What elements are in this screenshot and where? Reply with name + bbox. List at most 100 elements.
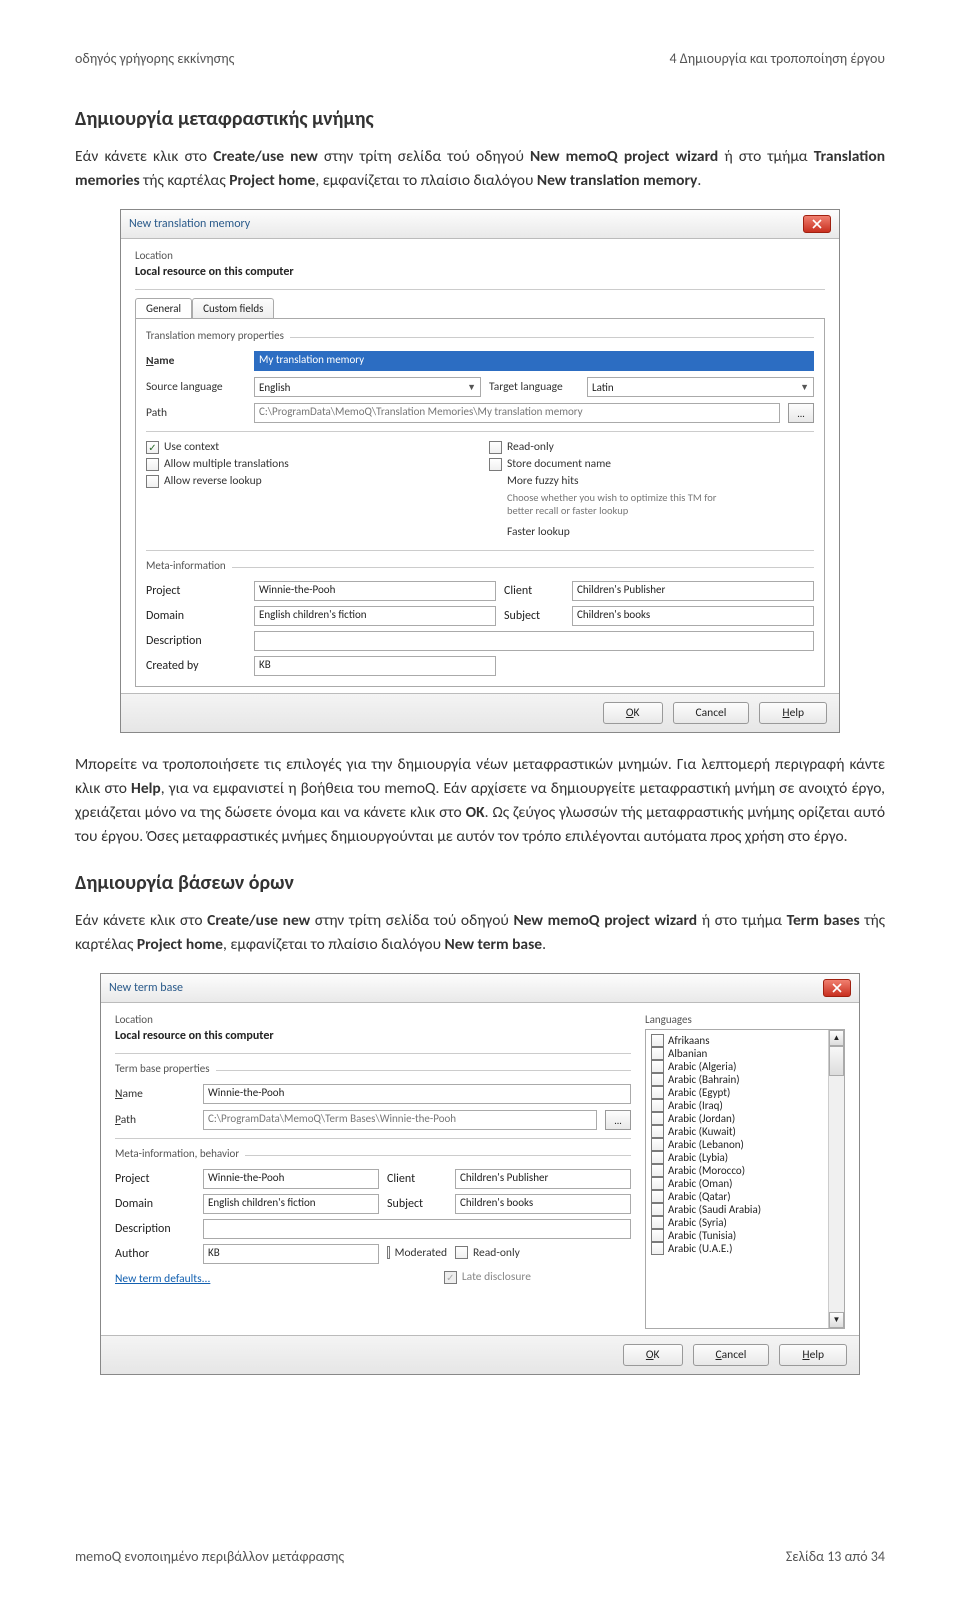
language-item[interactable]: Arabic (Oman) xyxy=(648,1177,842,1190)
para-1: Εάν κάνετε κλικ στο Create/use new στην … xyxy=(75,145,885,193)
cancel-button[interactable]: Cancel xyxy=(693,1344,770,1366)
help-button[interactable]: Help xyxy=(759,702,827,724)
location-value: Local resource on this computer xyxy=(135,265,825,279)
heading-tm: Δημιουργία μεταφραστικής μνήμης xyxy=(75,107,885,131)
language-item[interactable]: Arabic (Algeria) xyxy=(648,1060,842,1073)
checkbox-store-doc[interactable] xyxy=(489,458,502,471)
location-label: Location xyxy=(115,1013,631,1026)
checkbox-language[interactable] xyxy=(651,1190,664,1203)
checkbox-allow-multiple[interactable] xyxy=(146,458,159,471)
checkbox-language[interactable] xyxy=(651,1242,664,1255)
subject-input[interactable]: Children's books xyxy=(455,1194,631,1214)
project-input[interactable]: Winnie-the-Pooh xyxy=(203,1169,379,1189)
checkbox-language[interactable] xyxy=(651,1164,664,1177)
checkbox-language[interactable] xyxy=(651,1034,664,1047)
src-lang-select[interactable]: English▼ xyxy=(254,377,481,397)
scrollbar[interactable]: ▲ ▼ xyxy=(828,1030,844,1328)
checkbox-language[interactable] xyxy=(651,1112,664,1125)
tm-props-label: Translation memory properties xyxy=(146,329,284,342)
scroll-thumb[interactable] xyxy=(829,1046,844,1076)
domain-label: Domain xyxy=(146,609,246,623)
project-label: Project xyxy=(115,1172,195,1186)
language-item[interactable]: Arabic (Morocco) xyxy=(648,1164,842,1177)
language-item[interactable]: Arabic (Lebanon) xyxy=(648,1138,842,1151)
header-left: οδηγός γρήγορης εκκίνησης xyxy=(75,50,234,67)
dialog-titlebar: New translation memory xyxy=(121,210,839,239)
scroll-down-icon[interactable]: ▼ xyxy=(829,1312,844,1328)
checkbox-language[interactable] xyxy=(651,1125,664,1138)
tab-general[interactable]: General xyxy=(135,298,192,318)
language-item[interactable]: Arabic (Egypt) xyxy=(648,1086,842,1099)
checkbox-language[interactable] xyxy=(651,1047,664,1060)
checkbox-language[interactable] xyxy=(651,1060,664,1073)
checkbox-language[interactable] xyxy=(651,1216,664,1229)
language-item[interactable]: Arabic (Bahrain) xyxy=(648,1073,842,1086)
client-input[interactable]: Children's Publisher xyxy=(455,1169,631,1189)
checkbox-language[interactable] xyxy=(651,1099,664,1112)
client-label: Client xyxy=(387,1172,447,1186)
close-icon[interactable] xyxy=(803,215,831,233)
checkbox-moderated[interactable] xyxy=(387,1246,390,1259)
tgt-lang-label: Target language xyxy=(489,380,579,394)
checkbox-language[interactable] xyxy=(651,1073,664,1086)
checkbox-language[interactable] xyxy=(651,1138,664,1151)
domain-input[interactable]: English children's fiction xyxy=(203,1194,379,1214)
path-input[interactable]: C:\ProgramData\MemoQ\Term Bases\Winnie-t… xyxy=(203,1110,597,1130)
createdby-input[interactable]: KB xyxy=(254,656,496,676)
checkbox-read-only[interactable] xyxy=(455,1246,468,1259)
checkbox-language[interactable] xyxy=(651,1086,664,1099)
checkbox-late-disclosure: ✓ xyxy=(444,1271,457,1284)
location-label: Location xyxy=(135,249,825,262)
subject-input[interactable]: Children's books xyxy=(572,606,814,626)
new-term-defaults-link[interactable]: New term defaults... xyxy=(115,1272,210,1286)
language-item[interactable]: Arabic (Iraq) xyxy=(648,1099,842,1112)
language-item[interactable]: Arabic (Kuwait) xyxy=(648,1125,842,1138)
tab-custom-fields[interactable]: Custom fields xyxy=(192,298,274,318)
name-input[interactable]: Winnie-the-Pooh xyxy=(203,1084,631,1104)
client-input[interactable]: Children's Publisher xyxy=(572,581,814,601)
checkbox-use-context[interactable]: ✓ xyxy=(146,441,159,454)
languages-label: Languages xyxy=(645,1013,845,1026)
language-item[interactable]: Afrikaans xyxy=(648,1034,842,1047)
language-item[interactable]: Arabic (Qatar) xyxy=(648,1190,842,1203)
help-button[interactable]: Help xyxy=(779,1344,847,1366)
description-label: Description xyxy=(115,1222,195,1236)
browse-button[interactable]: ... xyxy=(788,403,814,423)
path-label: Path xyxy=(146,406,246,420)
tb-props-label: Term base properties xyxy=(115,1062,210,1075)
project-input[interactable]: Winnie-the-Pooh xyxy=(254,581,496,601)
author-input[interactable]: KB xyxy=(203,1244,379,1264)
checkbox-language[interactable] xyxy=(651,1229,664,1242)
description-input[interactable] xyxy=(254,631,814,651)
language-item[interactable]: Arabic (Syria) xyxy=(648,1216,842,1229)
scroll-up-icon[interactable]: ▲ xyxy=(829,1030,844,1046)
domain-input[interactable]: English children's fiction xyxy=(254,606,496,626)
checkbox-read-only[interactable] xyxy=(489,441,502,454)
checkbox-language[interactable] xyxy=(651,1151,664,1164)
path-input[interactable]: C:\ProgramData\MemoQ\Translation Memorie… xyxy=(254,403,780,423)
checkbox-language[interactable] xyxy=(651,1203,664,1216)
language-item[interactable]: Arabic (Saudi Arabia) xyxy=(648,1203,842,1216)
ok-button[interactable]: OK xyxy=(623,1344,683,1366)
tgt-lang-select[interactable]: Latin▼ xyxy=(587,377,814,397)
name-input[interactable]: My translation memory xyxy=(254,351,814,371)
browse-button[interactable]: ... xyxy=(605,1110,631,1130)
page-footer: memoQ ενοποιημένο περιβάλλον μετάφρασης … xyxy=(75,1548,885,1565)
checkbox-allow-reverse[interactable] xyxy=(146,475,159,488)
language-item[interactable]: Arabic (Jordan) xyxy=(648,1112,842,1125)
dialog-title-text: New term base xyxy=(109,981,183,995)
language-item[interactable]: Arabic (Lybia) xyxy=(648,1151,842,1164)
language-item[interactable]: Albanian xyxy=(648,1047,842,1060)
close-icon[interactable] xyxy=(823,979,851,997)
createdby-label: Created by xyxy=(146,659,246,673)
languages-list[interactable]: AfrikaansAlbanianArabic (Algeria)Arabic … xyxy=(645,1029,845,1329)
dialog-new-tb: New term base Location Local resource on… xyxy=(100,973,860,1375)
language-item[interactable]: Arabic (U.A.E.) xyxy=(648,1242,842,1255)
cancel-button[interactable]: Cancel xyxy=(673,702,750,724)
language-item[interactable]: Arabic (Tunisia) xyxy=(648,1229,842,1242)
tip-text: Choose whether you wish to optimize this… xyxy=(507,492,717,517)
ok-button[interactable]: OK xyxy=(603,702,663,724)
description-input[interactable] xyxy=(203,1219,631,1239)
checkbox-language[interactable] xyxy=(651,1177,664,1190)
location-value: Local resource on this computer xyxy=(115,1029,631,1043)
